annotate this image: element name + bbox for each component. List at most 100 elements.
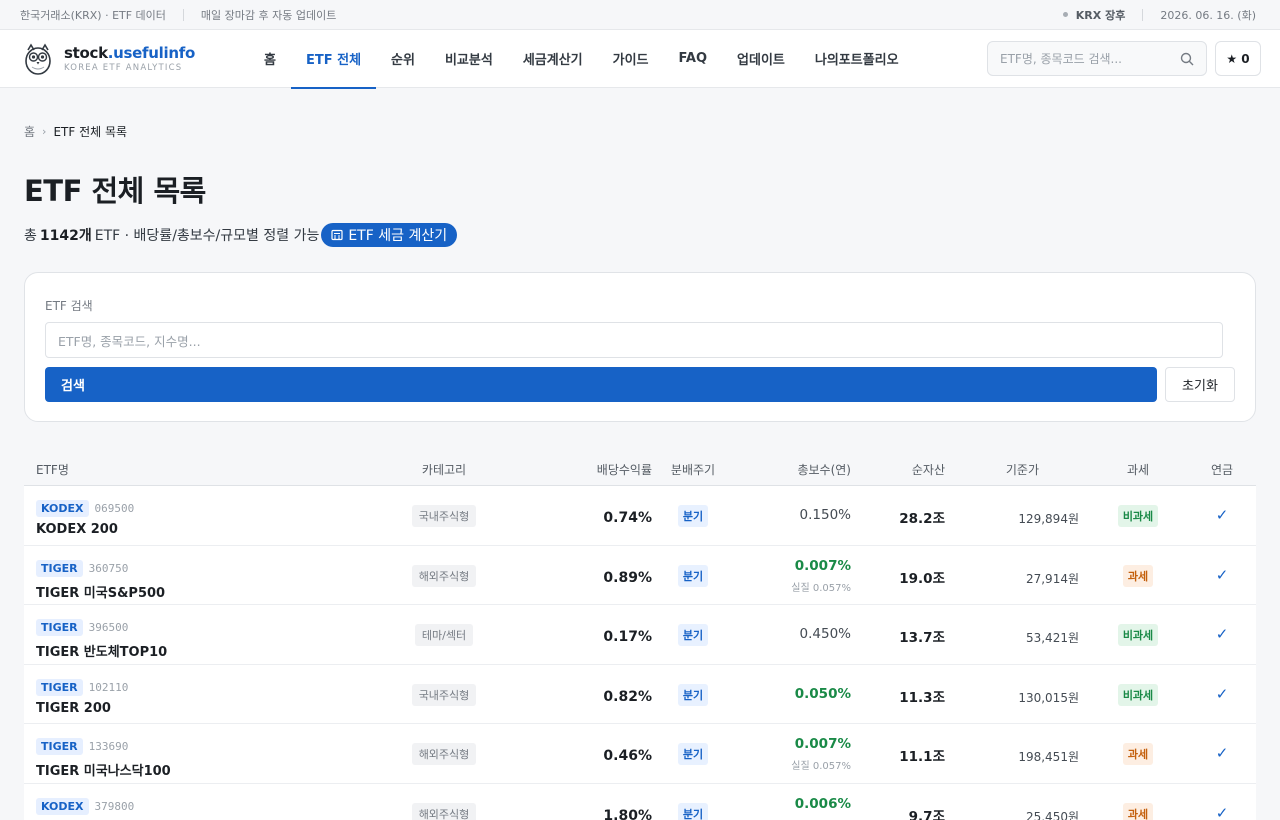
nav-updates[interactable]: 업데이트 bbox=[722, 30, 800, 88]
tax-badge: 과세 bbox=[1122, 564, 1154, 587]
frequency-cell: 분기 bbox=[664, 564, 722, 587]
fee-value: 0.450% bbox=[799, 626, 851, 642]
table-row[interactable]: TIGER 396500 TIGER 반도체TOP10 테마/섹터 0.17% 분… bbox=[24, 605, 1256, 665]
tax-calculator-button[interactable]: ETF 세금 계산기 bbox=[321, 223, 458, 247]
col-price[interactable]: 기준가 bbox=[949, 461, 1039, 478]
table-row[interactable]: TIGER 102110 TIGER 200 국내주식형 0.82% 분기 0.0… bbox=[24, 664, 1256, 724]
divider bbox=[1142, 8, 1144, 21]
etf-name-link[interactable]: TIGER 200 bbox=[36, 701, 128, 716]
tax-badge: 비과세 bbox=[1117, 505, 1159, 527]
dividend-yield: 0.46% bbox=[603, 748, 652, 764]
dividend-cell: 0.46% bbox=[544, 745, 652, 764]
market-status: KRX 장후 bbox=[1075, 8, 1126, 22]
aum-cell: 11.1조 bbox=[854, 745, 945, 765]
table-row[interactable]: TIGER 360750 TIGER 미국S&P500 해외주식형 0.89% 분… bbox=[24, 545, 1256, 605]
search-button[interactable]: 검색 bbox=[45, 367, 1157, 402]
summary-suffix: ETF · 배당률/총보수/규모별 정렬 가능 bbox=[94, 228, 320, 244]
site-header: stock.usefulinfo KOREA ETF ANALYTICS 홈 E… bbox=[0, 30, 1280, 89]
etf-search-label: ETF 검색 bbox=[45, 299, 93, 313]
tax-cell: 과세 bbox=[1109, 802, 1167, 820]
ticker-code: 396500 bbox=[88, 621, 129, 634]
reset-button[interactable]: 초기화 bbox=[1165, 367, 1235, 402]
frequency-cell: 분기 bbox=[664, 505, 722, 527]
table-row[interactable]: KODEX379800 KODEX 미국S&P500 해외주식형 1.80% 분… bbox=[24, 783, 1256, 820]
site-logo[interactable]: stock.usefulinfo KOREA ETF ANALYTICS bbox=[24, 42, 249, 76]
top-info-bar: 한국거래소(KRX) · ETF 데이터 매일 장마감 후 자동 업데이트 KR… bbox=[0, 0, 1280, 30]
dividend-yield: 0.17% bbox=[603, 629, 652, 645]
frequency-tag: 분기 bbox=[677, 802, 709, 820]
brand-badge: TIGER bbox=[36, 619, 83, 636]
favorites-button[interactable]: ★ 0 bbox=[1215, 41, 1261, 76]
search-icon[interactable] bbox=[1180, 52, 1194, 66]
table-row[interactable]: KODEX 069500 KODEX 200 국내주식형 0.74% 분기 0.1… bbox=[24, 486, 1256, 546]
header-search-input[interactable]: ETF명, 종목코드 검색... bbox=[987, 41, 1207, 76]
aum-cell: 11.3조 bbox=[854, 686, 945, 706]
tax-cell: 비과세 bbox=[1109, 683, 1167, 706]
frequency-cell: 분기 bbox=[664, 683, 722, 706]
fee-value: 0.007% bbox=[794, 736, 851, 752]
checkmark-icon: ✓ bbox=[1215, 506, 1229, 524]
nav-ranking[interactable]: 순위 bbox=[376, 30, 430, 88]
col-aum[interactable]: 순자산 bbox=[854, 461, 945, 478]
fee-real-value: 실질 0.057% bbox=[791, 761, 851, 772]
fee-value: 0.050% bbox=[794, 685, 851, 702]
etf-search-card: ETF 검색 ETF명, 종목코드, 지수명... 검색 초기화 bbox=[24, 272, 1256, 422]
col-pension[interactable]: 연금 bbox=[1194, 461, 1250, 478]
col-category[interactable]: 카테고리 bbox=[389, 461, 499, 478]
table-row[interactable]: TIGER 133690 TIGER 미국나스닥100 해외주식형 0.46% 분… bbox=[24, 724, 1256, 784]
etf-name-link[interactable]: KODEX 200 bbox=[36, 522, 134, 537]
fee-cell: 0.450% bbox=[724, 626, 851, 642]
category-tag: 해외주식형 bbox=[411, 802, 477, 820]
nav-guide[interactable]: 가이드 bbox=[598, 30, 664, 88]
etf-search-input[interactable]: ETF명, 종목코드, 지수명... bbox=[45, 322, 1223, 358]
price-cell: 25,450원 bbox=[949, 806, 1079, 820]
logo-subtitle: KOREA ETF ANALYTICS bbox=[64, 63, 183, 73]
ticker-code: 360750 bbox=[88, 561, 129, 575]
aum-cell: 28.2조 bbox=[854, 507, 945, 527]
nav-etf-all[interactable]: ETF 전체 bbox=[290, 30, 377, 89]
tax-badge: 과세 bbox=[1122, 743, 1154, 765]
nav-compare[interactable]: 비교분석 bbox=[430, 30, 508, 88]
category-tag: 국내주식형 bbox=[411, 505, 477, 527]
page-summary: 총 1142개 ETF · 배당률/총보수/규모별 정렬 가능 ETF 세금 계… bbox=[24, 223, 1256, 247]
update-schedule-text: 매일 장마감 후 자동 업데이트 bbox=[200, 8, 337, 22]
fee-value: 0.007% bbox=[794, 557, 851, 574]
aum-cell: 9.7조 bbox=[854, 805, 945, 820]
col-name[interactable]: ETF명 bbox=[36, 461, 69, 478]
header-search-placeholder: ETF명, 종목코드 검색... bbox=[1000, 52, 1122, 66]
fee-cell: 0.007% 실질 0.057% bbox=[724, 558, 851, 594]
col-tax[interactable]: 과세 bbox=[1109, 461, 1167, 478]
col-dividend[interactable]: 배당수익률 bbox=[544, 461, 652, 478]
nav-tax-calculator[interactable]: 세금계산기 bbox=[508, 30, 598, 88]
breadcrumb-home[interactable]: 홈 bbox=[24, 123, 35, 140]
fee-cell: 0.007% 실질 0.057% bbox=[724, 736, 851, 772]
etf-name-link[interactable]: TIGER 미국S&P500 bbox=[36, 582, 165, 601]
category-cell: 해외주식형 bbox=[389, 743, 499, 765]
logo-name: stock bbox=[64, 44, 108, 62]
current-date: 2026. 06. 16. (화) bbox=[1160, 8, 1256, 22]
dividend-cell: 0.17% bbox=[544, 626, 652, 645]
frequency-tag: 분기 bbox=[677, 743, 709, 765]
frequency-tag: 분기 bbox=[677, 624, 709, 646]
etf-name-link[interactable]: TIGER 미국나스닥100 bbox=[36, 760, 171, 779]
dividend-yield: 0.89% bbox=[603, 569, 652, 586]
aum-cell: 13.7조 bbox=[854, 626, 945, 646]
dividend-yield: 0.74% bbox=[603, 510, 652, 526]
nav-price: 53,421원 bbox=[1025, 631, 1079, 645]
pension-cell: ✓ bbox=[1194, 565, 1250, 584]
nav-faq[interactable]: FAQ bbox=[664, 30, 723, 88]
col-fee[interactable]: 총보수(연) bbox=[724, 461, 851, 478]
col-frequency[interactable]: 분배주기 bbox=[664, 461, 722, 478]
tax-badge: 비과세 bbox=[1117, 624, 1159, 646]
aum-cell: 19.0조 bbox=[854, 567, 945, 587]
checkmark-icon: ✓ bbox=[1215, 625, 1229, 643]
nav-my-portfolio[interactable]: 나의포트폴리오 bbox=[800, 30, 914, 88]
page-title: ETF 전체 목록 bbox=[24, 174, 206, 208]
etf-name-link[interactable]: TIGER 반도체TOP10 bbox=[36, 641, 167, 660]
nav-home[interactable]: 홈 bbox=[249, 30, 291, 88]
fee-value: 0.150% bbox=[799, 507, 851, 523]
nav-price: 25,450원 bbox=[1025, 809, 1079, 820]
category-cell: 국내주식형 bbox=[389, 683, 499, 706]
etf-name-cell: KODEX379800 KODEX 미국S&P500 bbox=[36, 795, 172, 820]
price-cell: 129,894원 bbox=[949, 508, 1079, 527]
